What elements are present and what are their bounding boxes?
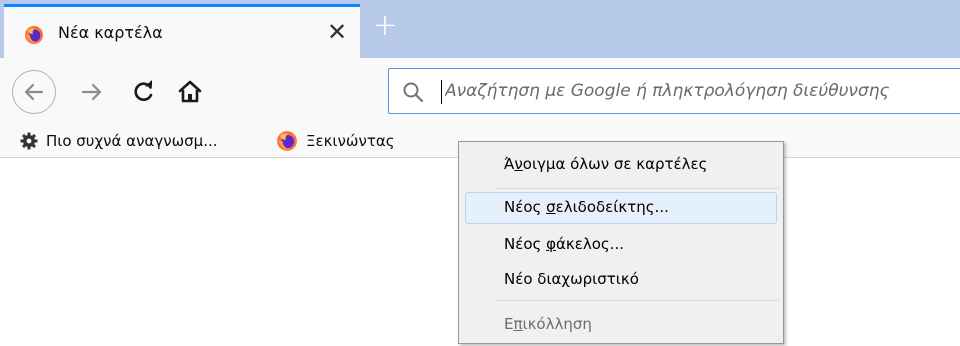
close-icon[interactable]: ✕: [324, 19, 350, 45]
menu-separator: [497, 300, 779, 301]
menu-item-label: Νέος: [504, 235, 547, 253]
bookmarks-context-menu: Άνοιγμα όλων σε καρτέλες Νέος σελιδοδείκ…: [458, 141, 784, 344]
menu-item-label: Νέος: [504, 198, 547, 216]
bookmark-most-visited[interactable]: Πιο συχνά αναγνωσμ...: [20, 128, 218, 154]
forward-button[interactable]: [74, 74, 110, 110]
arrow-right-icon: [81, 83, 102, 101]
menu-separator: [497, 188, 779, 189]
access-key: π: [513, 315, 523, 333]
nav-toolbar: [0, 58, 960, 124]
home-icon: [178, 80, 202, 103]
reload-icon: [134, 80, 153, 102]
reload-button[interactable]: [126, 74, 162, 110]
back-button[interactable]: [12, 70, 56, 114]
menu-item-paste[interactable]: Επικόλληση: [465, 309, 777, 341]
access-key: ν: [514, 155, 523, 173]
tab-strip: Νέα καρτέλα ✕ +: [0, 0, 960, 58]
firefox-icon: [277, 131, 297, 151]
text-caret: [441, 80, 442, 104]
access-key: σ: [546, 198, 556, 216]
menu-item-label: άκελος...: [555, 235, 624, 253]
bookmark-label: Ξεκινώντας: [306, 132, 395, 150]
access-key: φ: [546, 235, 556, 253]
browser-window: Νέα καρτέλα ✕ + Αναζήτηση με Google ή πλ…: [0, 0, 960, 346]
bookmark-label: Πιο συχνά αναγνωσμ...: [46, 132, 218, 150]
menu-item-label: ικόλληση: [522, 315, 592, 333]
gear-icon: [20, 132, 38, 150]
menu-item-label: Ά: [504, 155, 515, 173]
url-bar[interactable]: [388, 68, 960, 114]
search-icon: [403, 82, 424, 103]
tab-new-tab[interactable]: Νέα καρτέλα ✕: [4, 4, 360, 58]
url-input[interactable]: [445, 75, 960, 107]
bookmark-getting-started[interactable]: Ξεκινώντας: [276, 128, 395, 154]
home-button[interactable]: [172, 74, 208, 110]
new-tab-button[interactable]: +: [370, 11, 400, 42]
menu-item-label: Νέο διαχωριστικό: [504, 270, 639, 288]
menu-item-new-folder[interactable]: Νέος φάκελος...: [465, 229, 777, 261]
menu-item-new-separator[interactable]: Νέο διαχωριστικό: [465, 264, 777, 296]
arrow-left-icon: [24, 83, 44, 101]
tab-title: Νέα καρτέλα: [58, 23, 163, 42]
menu-item-label: οιγμα όλων σε καρτέλες: [522, 155, 708, 173]
firefox-icon: [25, 26, 43, 44]
menu-item-label: ελιδοδείκτης...: [555, 198, 669, 216]
menu-item-open-all-in-tabs[interactable]: Άνοιγμα όλων σε καρτέλες: [465, 149, 777, 181]
menu-item-new-bookmark[interactable]: Νέος σελιδοδείκτης...: [465, 192, 777, 224]
